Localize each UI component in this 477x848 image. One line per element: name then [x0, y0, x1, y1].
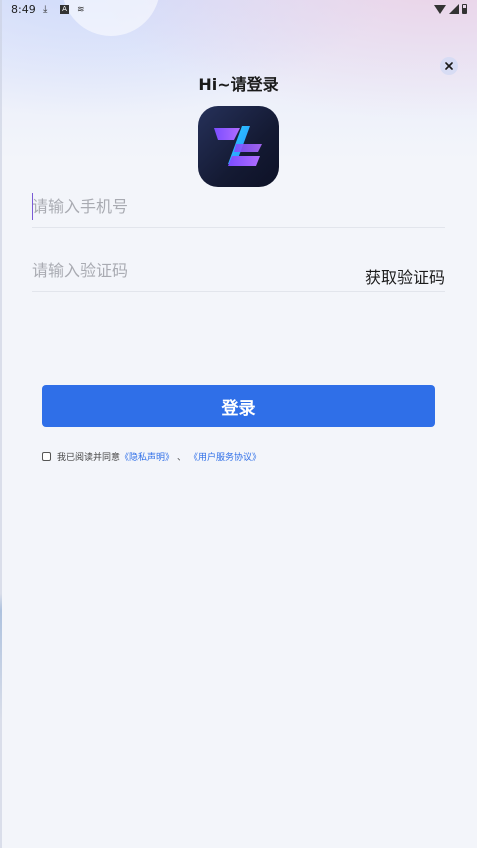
status-right — [434, 4, 467, 14]
left-edge — [0, 0, 2, 848]
a-icon: A — [60, 5, 69, 14]
download-icon: ⤓ — [43, 4, 48, 15]
logo-icon — [214, 126, 262, 166]
page-title: Hi~请登录 — [198, 75, 279, 94]
wifi-icon — [434, 4, 446, 14]
code-field: 获取验证码 — [32, 251, 445, 292]
phone-field — [32, 187, 445, 228]
phone-input[interactable] — [32, 187, 352, 225]
verification-code-input[interactable] — [32, 251, 352, 289]
login-button[interactable]: 登录 — [42, 385, 435, 427]
status-bar: 8:49 ⤓ A ≋ — [0, 0, 477, 20]
wave-icon: ≋ — [77, 5, 85, 15]
get-code-button[interactable]: 获取验证码 — [365, 264, 445, 288]
privacy-link[interactable]: 《隐私声明》 — [120, 450, 174, 463]
signal-icon — [449, 4, 459, 14]
status-time: 8:49 — [11, 3, 36, 16]
app-logo — [198, 106, 279, 187]
agreement-separator: 、 — [177, 453, 187, 463]
close-icon — [445, 62, 453, 70]
battery-icon — [462, 4, 467, 14]
agreement-row: 我已阅读并同意 《隐私声明》 、 《用户服务协议》 — [42, 450, 261, 463]
agreement-text: 我已阅读并同意 — [57, 453, 121, 463]
service-agreement-link[interactable]: 《用户服务协议》 — [189, 450, 261, 463]
text-caret — [32, 193, 33, 220]
agreement-checkbox[interactable] — [42, 452, 51, 461]
